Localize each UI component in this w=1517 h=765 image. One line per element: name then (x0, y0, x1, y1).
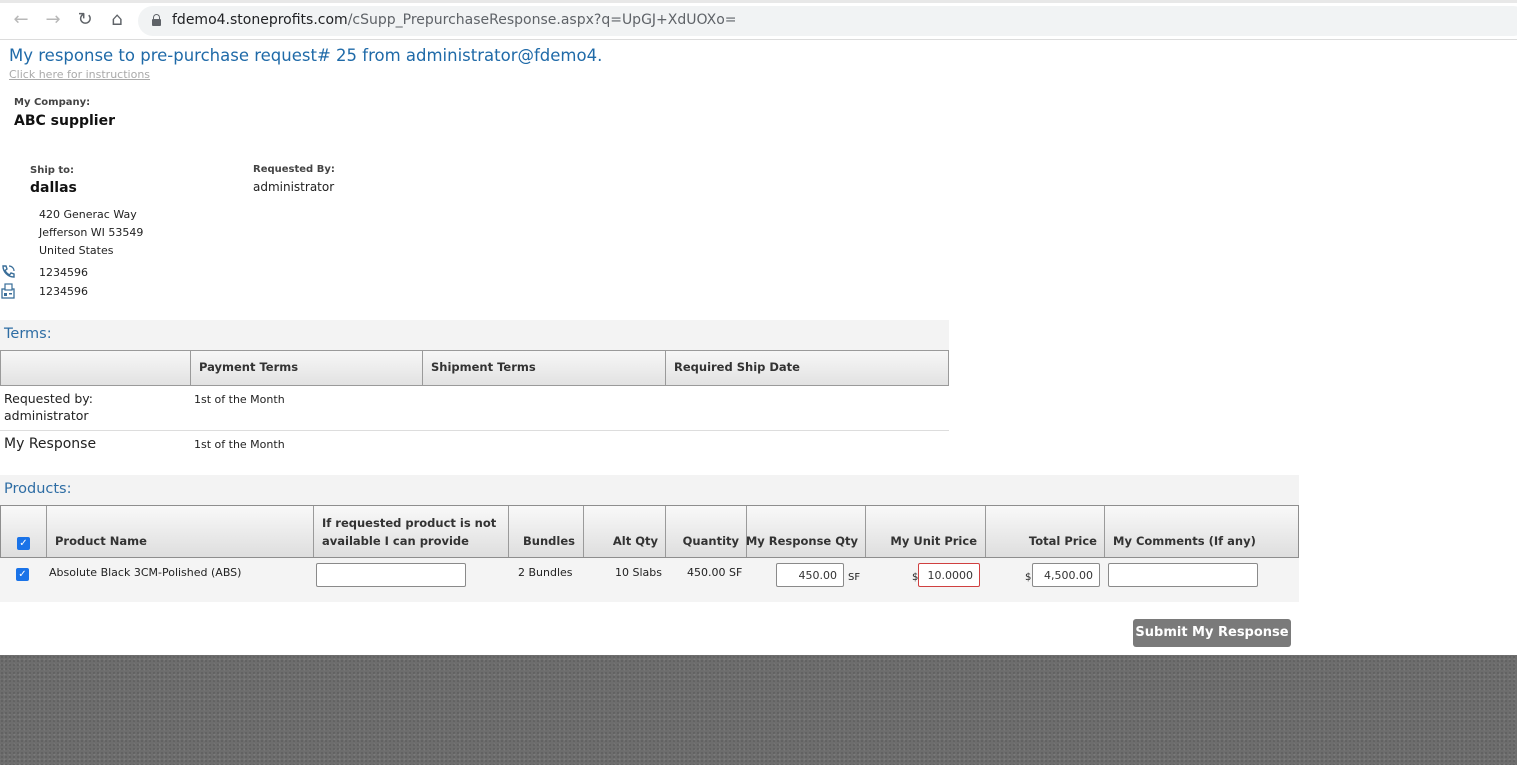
response-payment-terms: 1st of the Month (194, 438, 285, 451)
requested-by-row-label: Requested by: administrator (4, 391, 93, 423)
address-line-2: Jefferson WI 53549 (39, 226, 144, 239)
shipment-terms-header: Shipment Terms (422, 351, 665, 385)
my-response-row-label: My Response (4, 436, 97, 452)
row-label-line-1: Requested by: (4, 391, 94, 406)
page-footer-background (0, 655, 1517, 765)
alt-qty-header: Alt Qty (583, 506, 665, 557)
my-response-qty-header: My Response Qty (746, 506, 865, 557)
alt-qty-value: 10 Slabs (615, 566, 662, 579)
terms-row-divider (0, 430, 949, 431)
forward-arrow-icon[interactable]: → (43, 10, 63, 30)
lock-icon (152, 14, 161, 26)
terms-header-blank (1, 351, 190, 385)
company-label: My Company: (14, 97, 91, 108)
ship-to-label: Ship to: (30, 165, 75, 176)
my-comments-header: My Comments (If any) (1104, 506, 1298, 557)
tab-strip-edge (0, 0, 1517, 3)
total-price-field: 4,500.00 (1032, 563, 1100, 587)
products-table-header: ✓ Product Name If requested product is n… (0, 505, 1299, 558)
phone-number: 1234596 (39, 266, 88, 279)
fax-number: 1234596 (39, 285, 88, 298)
company-name: ABC supplier (14, 113, 115, 129)
address-bar[interactable]: fdemo4.stoneprofits.com/cSupp_Prepurchas… (138, 6, 1517, 36)
products-section-title: Products: (4, 481, 72, 497)
total-price-header: Total Price (985, 506, 1104, 557)
fax-icon (0, 283, 16, 299)
products-section-band (0, 475, 1299, 505)
qty-unit: SF (848, 572, 861, 583)
bundles-header: Bundles (508, 506, 583, 557)
terms-section-band (0, 320, 949, 350)
browser-toolbar: ← → ↻ ⌂ fdemo4.stoneprofits.com/cSupp_Pr… (0, 0, 1517, 40)
payment-terms-header: Payment Terms (190, 351, 423, 385)
alternative-header: If requested product is not available I … (313, 506, 508, 557)
back-arrow-icon[interactable]: ← (11, 10, 31, 30)
quantity-value: 450.00 SF (687, 566, 743, 579)
home-icon[interactable]: ⌂ (107, 10, 127, 30)
requested-by-label: Requested By: (253, 164, 335, 175)
requested-payment-terms: 1st of the Month (194, 393, 285, 406)
bundles-value: 2 Bundles (518, 566, 573, 579)
product-name-header: Product Name (46, 506, 313, 557)
address-line-1: 420 Generac Way (39, 208, 137, 221)
url-text: fdemo4.stoneprofits.com/cSupp_Prepurchas… (172, 12, 737, 28)
alternative-product-input[interactable] (316, 563, 466, 587)
page-title: My response to pre-purchase request# 25 … (9, 46, 603, 65)
my-unit-price-header: My Unit Price (865, 506, 985, 557)
quantity-header: Quantity (665, 506, 746, 557)
my-comments-input[interactable] (1108, 563, 1258, 587)
select-all-header: ✓ (1, 506, 46, 557)
required-ship-date-header: Required Ship Date (665, 351, 949, 385)
reload-icon[interactable]: ↻ (75, 10, 95, 30)
ship-to-name: dallas (30, 180, 77, 196)
row-select-checkbox[interactable]: ✓ (16, 568, 29, 581)
phone-icon (0, 264, 16, 280)
submit-response-button[interactable]: Submit My Response (1133, 619, 1291, 647)
terms-table-header: Payment Terms Shipment Terms Required Sh… (0, 350, 949, 386)
select-all-checkbox[interactable]: ✓ (17, 537, 30, 550)
address-line-3: United States (39, 244, 114, 257)
row-label-line-2: administrator (4, 408, 89, 423)
terms-section-title: Terms: (4, 326, 52, 342)
table-row: ✓ Absolute Black 3CM-Polished (ABS) 2 Bu… (0, 558, 1299, 602)
my-unit-price-input[interactable]: 10.0000 (918, 563, 980, 587)
total-price-currency: $ (1025, 572, 1032, 583)
my-response-qty-input[interactable]: 450.00 (776, 563, 844, 587)
product-name: Absolute Black 3CM-Polished (ABS) (49, 566, 242, 579)
instructions-link[interactable]: Click here for instructions (9, 68, 150, 81)
requested-by-name: administrator (253, 180, 335, 194)
